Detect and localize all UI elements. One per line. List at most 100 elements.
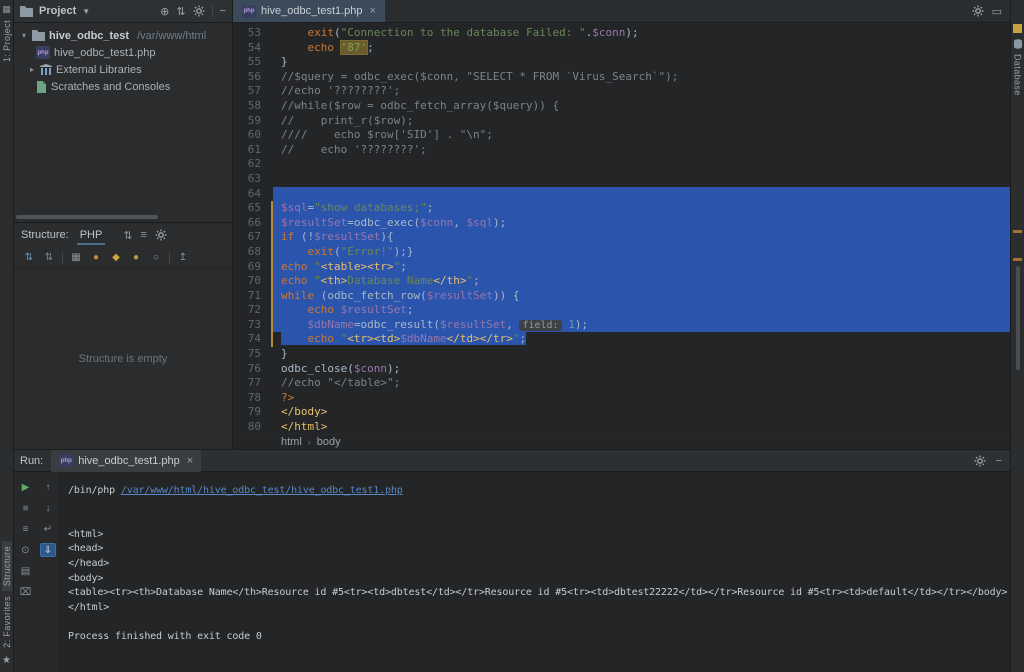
breadcrumb-item-body[interactable]: body xyxy=(317,436,341,448)
pin-tab-icon[interactable]: ⊙ xyxy=(18,543,34,557)
code-line[interactable]: 72 echo $resultSet; xyxy=(233,303,1010,318)
line-number: 71 xyxy=(247,288,261,302)
rerun-icon[interactable]: ▶ xyxy=(18,480,34,494)
code-line[interactable]: 76 odbc_close($conn); xyxy=(233,362,1010,377)
gear-icon[interactable] xyxy=(972,5,984,17)
code-line[interactable]: 77//echo "</table>"; xyxy=(233,376,1010,391)
filter-icon[interactable]: ≡ xyxy=(141,229,147,241)
show-methods-icon[interactable]: ● xyxy=(89,252,103,263)
code-line[interactable]: 64 xyxy=(233,186,1010,202)
tree-row-scratches[interactable]: Scratches and Consoles xyxy=(14,78,232,95)
breadcrumb-item-html[interactable]: html xyxy=(281,436,302,448)
tool-windows-icon[interactable]: ▦ xyxy=(2,4,11,15)
console-file-link[interactable]: /var/www/html/hive_odbc_test/hive_odbc_t… xyxy=(121,485,403,496)
code-line[interactable]: 70 echo "<th>Database Name</th>"; xyxy=(233,274,1010,289)
vertical-scrollbar[interactable] xyxy=(1016,266,1020,370)
code-line[interactable]: 79 </body> xyxy=(233,405,1010,420)
tree-row-root[interactable]: ▾ hive_odbc_test /var/www/html xyxy=(14,27,232,44)
folder-icon xyxy=(32,30,45,41)
run-tab[interactable]: hive_odbc_test1.php × xyxy=(51,449,202,472)
locate-file-icon[interactable]: ⊕ xyxy=(160,5,169,18)
code-line[interactable]: 74 echo "<tr><td>$dbName</td></tr>"; xyxy=(233,332,1010,347)
line-number: 64 xyxy=(247,186,261,200)
close-tab-icon[interactable]: × xyxy=(370,5,376,17)
hide-tabs-icon[interactable]: ▭ xyxy=(992,5,1002,18)
code-line[interactable]: 63 xyxy=(233,172,1010,187)
show-variables-icon[interactable]: ○ xyxy=(149,252,163,263)
show-fields-icon[interactable]: ● xyxy=(129,252,143,263)
run-panel-header: Run: hive_odbc_test1.php × − xyxy=(14,449,1010,472)
code-line[interactable]: 62 xyxy=(233,157,1010,172)
run-output[interactable]: /bin/php /var/www/html/hive_odbc_test/hi… xyxy=(60,472,1010,672)
code-line[interactable]: 73 $dbName=odbc_result($resultSet, field… xyxy=(233,317,1010,333)
breadcrumb-separator-icon: › xyxy=(307,437,311,447)
up-stack-trace-icon[interactable]: ↑ xyxy=(40,480,56,494)
code-line[interactable]: 58//while($row = odbc_fetch_array($query… xyxy=(233,99,1010,114)
structure-stripe-button[interactable]: Structure xyxy=(1,541,12,592)
code-line[interactable]: 75} xyxy=(233,347,1010,362)
down-stack-trace-icon[interactable]: ↓ xyxy=(40,501,56,515)
autoscroll-icon[interactable]: ↥ xyxy=(176,252,190,263)
error-stripe-mark[interactable] xyxy=(1013,258,1022,261)
favorites-star-icon[interactable]: ★ xyxy=(2,655,11,666)
line-number: 53 xyxy=(247,26,261,39)
project-panel-title[interactable]: Project xyxy=(39,5,76,17)
hide-panel-icon[interactable]: − xyxy=(996,455,1002,467)
code-line[interactable]: 61// echo '????????'; xyxy=(233,143,1010,158)
code-line[interactable]: 71 while (odbc_fetch_row($resultSet)) { xyxy=(233,288,1010,304)
code-line[interactable]: 65 $sql="show databases;"; xyxy=(233,201,1010,216)
soft-wrap-icon[interactable]: ↵ xyxy=(40,522,56,536)
close-tab-icon[interactable]: × xyxy=(187,455,193,467)
database-stripe-button[interactable]: Database xyxy=(1013,49,1023,101)
code-line[interactable]: 68 exit("Error!");} xyxy=(233,244,1010,260)
restore-layout-icon[interactable]: ≡ xyxy=(18,522,34,536)
gear-icon[interactable] xyxy=(193,5,205,17)
print-icon[interactable]: ▤ xyxy=(18,564,34,578)
tree-scratches-label: Scratches and Consoles xyxy=(51,80,171,93)
code-line[interactable]: 78 ?> xyxy=(233,391,1010,406)
code-line[interactable]: 67 if (!$resultSet){ xyxy=(233,230,1010,245)
gear-icon[interactable] xyxy=(974,455,986,467)
code-line[interactable]: 55} xyxy=(233,55,1010,70)
project-stripe-button[interactable]: 1: Project xyxy=(2,15,12,67)
favorites-stripe-button[interactable]: 2: Favorites xyxy=(2,591,12,653)
collapse-all-icon[interactable]: ⇅ xyxy=(176,5,185,18)
code-line[interactable]: 57//echo '????????'; xyxy=(233,84,1010,99)
hide-panel-icon[interactable]: − xyxy=(220,5,226,17)
sort-visibility-icon[interactable]: ⇅ xyxy=(42,252,56,263)
horizontal-scrollbar[interactable] xyxy=(16,215,158,219)
inspection-indicator-icon[interactable] xyxy=(1013,24,1022,33)
editor-code[interactable]: 53 exit("Connection to the database Fail… xyxy=(233,23,1010,434)
chevron-down-icon[interactable]: ▼ xyxy=(82,7,90,16)
gear-icon[interactable] xyxy=(155,229,167,241)
group-members-icon[interactable]: ▦ xyxy=(69,252,83,263)
chevron-expanded-icon[interactable]: ▾ xyxy=(20,31,28,40)
line-number: 67 xyxy=(247,230,261,244)
structure-tab-php[interactable]: PHP xyxy=(76,226,106,245)
code-line[interactable]: 59// print_r($row); xyxy=(233,114,1010,129)
chevron-collapsed-icon[interactable]: ▸ xyxy=(28,65,36,74)
tree-row-file[interactable]: hive_odbc_test1.php xyxy=(14,44,232,61)
code-line[interactable]: 60//// echo $row['SID'] . "\n"; xyxy=(233,128,1010,143)
sort-alpha-icon[interactable]: ⇅ xyxy=(22,252,36,263)
project-tree: ▾ hive_odbc_test /var/www/html hive_odbc… xyxy=(14,23,232,222)
code-line[interactable]: 53 exit("Connection to the database Fail… xyxy=(233,26,1010,41)
code-line[interactable]: 56//$query = odbc_exec($conn, "SELECT * … xyxy=(233,70,1010,85)
code-line[interactable]: 69 echo "<table><tr>"; xyxy=(233,259,1010,275)
error-stripe-mark[interactable] xyxy=(1013,230,1022,233)
stop-icon[interactable]: ■ xyxy=(18,501,34,515)
code-line[interactable]: 54 echo '87'; xyxy=(233,39,1010,56)
scroll-to-end-icon[interactable]: ⇓ xyxy=(40,543,56,557)
console-line: <head> xyxy=(68,543,104,555)
run-toolbar-secondary: ↑ ↓ ↵ ⇓ xyxy=(37,472,60,672)
line-number: 55 xyxy=(247,55,261,69)
sort-icon[interactable]: ⇅ xyxy=(123,229,132,242)
editor-tab[interactable]: hive_odbc_test1.php × xyxy=(233,0,385,22)
code-line[interactable]: 66 $resultSet=odbc_exec($conn, $sql); xyxy=(233,215,1010,231)
show-constants-icon[interactable]: ◆ xyxy=(109,252,123,263)
code-line[interactable]: 80 </html> xyxy=(233,420,1010,434)
clear-all-icon[interactable]: ⌧ xyxy=(18,585,34,599)
tree-row-external-libraries[interactable]: ▸ External Libraries xyxy=(14,61,232,78)
line-number: 59 xyxy=(247,113,261,127)
